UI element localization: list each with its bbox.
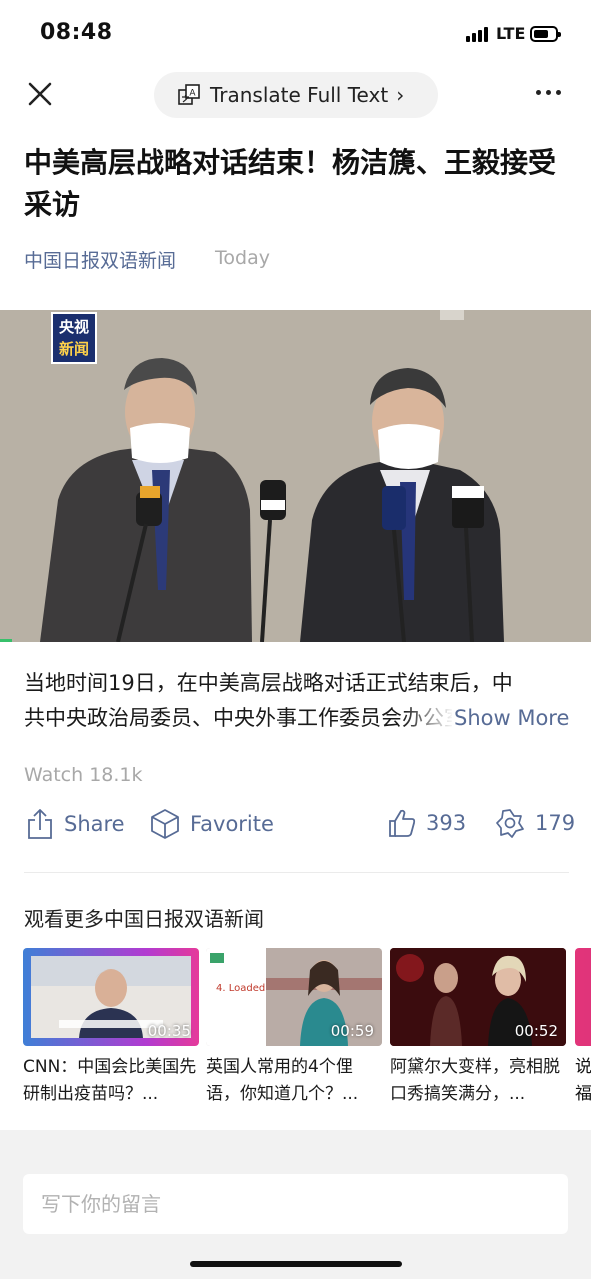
video-thumbnail [575, 948, 591, 1046]
cube-favorite-icon [151, 809, 179, 839]
divider [24, 872, 569, 873]
favorite-button[interactable]: Favorite [150, 808, 274, 840]
summary-line: 当地时间19日，在中美高层战略对话正式结束后，中 [24, 671, 513, 695]
video-duration: 00:52 [514, 1022, 558, 1040]
more-options-button[interactable] [536, 90, 561, 95]
video-caption: 说福 [575, 1057, 591, 1104]
video-thumbnail: 4. Loaded 00:59 [206, 948, 382, 1046]
comment-input[interactable] [23, 1174, 568, 1234]
show-more-link[interactable]: Show More [452, 701, 570, 736]
translate-full-text-button[interactable]: A Translate Full Text › [154, 72, 438, 118]
close-button[interactable] [26, 80, 56, 110]
favorite-label: Favorite [190, 812, 274, 836]
video-caption: CNN：中国会比美国先研制出疫苗吗？... [23, 1057, 197, 1104]
share-button[interactable]: Share [26, 808, 125, 840]
recommended-video[interactable]: 00:35 CNN：中国会比美国先研制出疫苗吗？... [23, 948, 199, 1108]
slide-text: 4. Loaded [216, 983, 266, 994]
like-button[interactable]: 393 [388, 808, 466, 838]
wow-button[interactable]: 179 [495, 808, 575, 838]
summary-line: 共中央政治局委员、中央外事工作委员会办公室主任 [24, 706, 454, 730]
publish-date: Today [215, 247, 270, 269]
battery-icon [530, 26, 561, 42]
recommended-video[interactable]: 说福 [575, 948, 591, 1108]
share-label: Share [64, 812, 125, 836]
wow-count: 179 [535, 811, 576, 835]
signal-strength-icon [466, 27, 488, 42]
wow-star-icon [496, 809, 524, 838]
video-duration: 00:35 [147, 1022, 191, 1040]
status-time: 08:48 [40, 20, 113, 45]
video-caption: 英国人常用的4个俚语，你知道几个？... [206, 1057, 359, 1104]
source-account-link[interactable]: 中国日报双语新闻 [24, 246, 176, 273]
thumbs-up-icon [389, 809, 416, 837]
svg-text:A: A [189, 89, 196, 99]
more-dots-icon [536, 90, 541, 95]
video-duration: 00:59 [330, 1022, 374, 1040]
cctv-news-logo: 央视 新闻 [51, 312, 97, 364]
translate-label: Translate Full Text [210, 83, 389, 107]
chevron-right-icon: › [396, 83, 405, 107]
video-thumbnail: 00:52 [390, 948, 566, 1046]
recommended-video[interactable]: 4. Loaded 00:59 英国人常用的4个俚语，你知道几个？... [206, 948, 382, 1108]
watch-count: Watch 18.1k [24, 764, 143, 786]
article-title: 中美高层战略对话结束！杨洁篪、王毅接受采访 [24, 146, 557, 221]
video-caption: 阿黛尔大变样，亮相脱口秀搞笑满分，... [390, 1057, 560, 1104]
close-icon [28, 82, 52, 106]
video-thumbnail: 00:35 [23, 948, 199, 1046]
video-progress-bar [0, 639, 12, 642]
home-indicator [190, 1261, 402, 1267]
network-type: LTE [496, 24, 526, 43]
video-player[interactable]: 央视 新闻 [0, 310, 591, 642]
more-videos-heading: 观看更多中国日报双语新闻 [24, 907, 264, 931]
like-count: 393 [426, 811, 467, 835]
recommended-video[interactable]: 00:52 阿黛尔大变样，亮相脱口秀搞笑满分，... [390, 948, 566, 1108]
share-icon [28, 809, 52, 839]
translate-icon: A [178, 84, 200, 105]
